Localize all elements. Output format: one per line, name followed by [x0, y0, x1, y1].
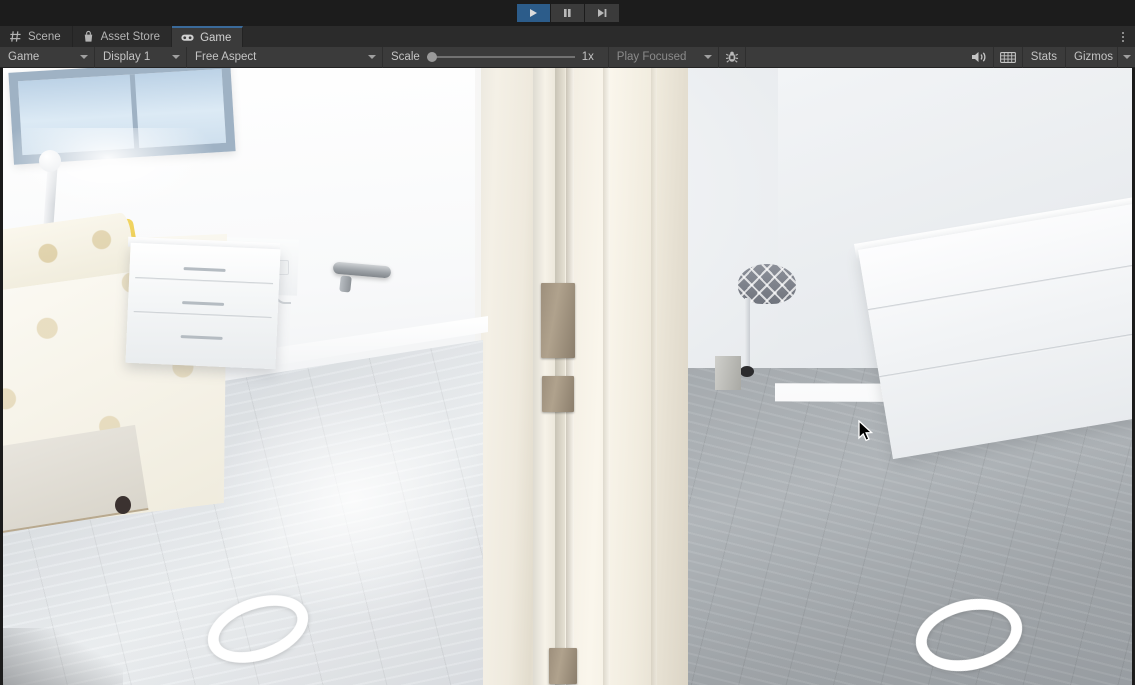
play-controls-group	[516, 4, 619, 22]
tab-game[interactable]: Game	[172, 26, 244, 47]
step-button[interactable]	[584, 4, 619, 22]
grid-panel-icon	[999, 51, 1016, 63]
bed-caster	[115, 496, 131, 514]
gizmos-label: Gizmos	[1074, 51, 1113, 63]
scale-control: Scale 1x	[383, 46, 609, 68]
play-button[interactable]	[516, 4, 551, 22]
drawer-line	[135, 277, 274, 286]
drawer-line	[133, 310, 272, 320]
floor-corner-shadow	[3, 628, 123, 685]
speaker-icon	[971, 52, 986, 62]
scale-value: 1x	[581, 51, 594, 63]
aspect-ratio-value: Free Aspect	[195, 51, 257, 63]
gamepad-icon	[181, 34, 194, 41]
display-selector-dropdown[interactable]: Display 1	[95, 46, 187, 68]
door-frame-groove	[603, 68, 610, 685]
drawer-handle	[182, 301, 225, 306]
chevron-down-icon	[172, 55, 180, 59]
stats-button[interactable]: Stats	[1023, 46, 1067, 68]
tab-game-label: Game	[200, 31, 232, 44]
door-hinge	[541, 283, 575, 358]
window-light-glare	[3, 128, 303, 278]
asset-store-bag-icon	[84, 30, 92, 42]
play-mode-dropdown[interactable]: Play Focused	[609, 46, 719, 68]
tab-asset-store[interactable]: Asset Store	[72, 26, 173, 47]
play-icon	[530, 9, 537, 17]
door-strike-plate	[715, 356, 741, 390]
panel-tab-strip: Scene Asset Store Game	[0, 26, 1135, 47]
pause-icon	[564, 9, 571, 17]
bug-icon	[725, 51, 738, 63]
tab-scene[interactable]: Scene	[0, 26, 73, 47]
door-hinge	[542, 376, 574, 412]
tab-asset-store-label: Asset Store	[100, 30, 161, 43]
game-view-viewport[interactable]	[0, 68, 1135, 685]
scale-slider-knob[interactable]	[426, 52, 437, 62]
stats-label: Stats	[1030, 51, 1058, 63]
view-selector-dropdown[interactable]: Game	[0, 46, 95, 68]
lamp-base	[740, 366, 754, 377]
drawer-handle	[180, 335, 223, 340]
chevron-down-icon	[368, 55, 376, 59]
game-view-render[interactable]	[3, 68, 1132, 685]
scale-slider[interactable]	[426, 51, 575, 63]
play-mode-value: Play Focused	[616, 51, 687, 63]
pause-button[interactable]	[550, 4, 585, 22]
aspect-ratio-dropdown[interactable]: Free Aspect	[187, 46, 383, 68]
chevron-down-icon	[80, 55, 88, 59]
view-selector-value: Game	[8, 51, 40, 63]
dresser-drawer-line	[879, 329, 1132, 379]
mute-audio-button[interactable]	[965, 46, 994, 68]
chevron-down-icon	[1122, 55, 1131, 59]
door-frame-groove	[651, 68, 657, 685]
game-view-toolbar: Game Display 1 Free Aspect Scale 1x Play…	[0, 46, 1135, 68]
dresser-drawer-line	[867, 262, 1132, 312]
scene-grid-icon	[10, 31, 21, 42]
scale-label: Scale	[391, 51, 420, 63]
tab-scene-label: Scene	[28, 30, 61, 43]
stats-panel-toggle-button[interactable]	[994, 46, 1023, 68]
scale-slider-track	[426, 56, 575, 58]
gizmos-button[interactable]: Gizmos	[1066, 47, 1117, 68]
door-handle-stem	[339, 275, 352, 293]
play-control-bar	[0, 0, 1135, 26]
step-forward-icon	[597, 9, 606, 17]
lamp-stand	[745, 298, 750, 372]
gizmos-dropdown-button[interactable]	[1117, 46, 1135, 68]
display-selector-value: Display 1	[103, 51, 151, 63]
tab-strip-spacer	[243, 26, 1111, 47]
debug-button[interactable]	[719, 46, 746, 68]
kebab-menu-icon[interactable]	[1111, 26, 1135, 47]
door-hinge	[549, 648, 577, 684]
chevron-down-icon	[703, 55, 712, 59]
